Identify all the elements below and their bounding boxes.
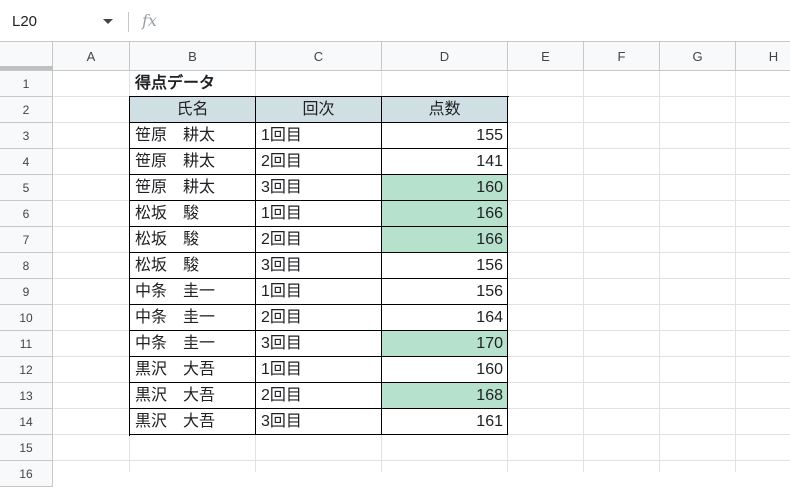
name-cell[interactable]: 笹原 耕太 [130,175,256,201]
row-header-2[interactable]: 2 [0,97,53,123]
row-header-1[interactable]: 1 [0,71,53,97]
name-cell[interactable]: 松坂 駿 [130,227,256,253]
row-header-3[interactable]: 3 [0,123,53,149]
round-cell[interactable]: 1回目 [256,123,382,149]
round-cell[interactable]: 2回目 [256,383,382,409]
row-header-4[interactable]: 4 [0,149,53,175]
round-cell[interactable]: 3回目 [256,409,382,435]
formula-input[interactable] [175,0,790,41]
column-header-c[interactable]: C [256,42,382,71]
round-cell[interactable]: 3回目 [256,175,382,201]
name-cell[interactable]: 黒沢 大吾 [130,357,256,383]
formula-bar-divider [128,12,129,32]
name-cell[interactable]: 中条 圭一 [130,331,256,357]
row-header-11[interactable]: 11 [0,331,53,357]
round-cell[interactable]: 3回目 [256,253,382,279]
row-header-8[interactable]: 8 [0,253,53,279]
row-header-6[interactable]: 6 [0,201,53,227]
column-header-g[interactable]: G [660,42,736,71]
row-header-9[interactable]: 9 [0,279,53,305]
round-cell[interactable]: 1回目 [256,201,382,227]
name-cell[interactable]: 中条 圭一 [130,279,256,305]
score-cell[interactable]: 141 [382,149,508,175]
name-box[interactable]: L20 [0,0,128,41]
round-cell[interactable]: 2回目 [256,305,382,331]
name-cell[interactable]: 松坂 駿 [130,253,256,279]
row-header-14[interactable]: 14 [0,409,53,435]
score-cell[interactable]: 161 [382,409,508,435]
fx-icon: fx [142,11,157,30]
chevron-down-icon[interactable] [103,19,113,24]
column-header-b[interactable]: B [130,42,256,71]
score-cell-highlighted[interactable]: 170 [382,331,508,357]
header-score-cell[interactable]: 点数 [382,97,508,123]
score-cell-highlighted[interactable]: 166 [382,201,508,227]
score-cell[interactable]: 156 [382,279,508,305]
row-header-10[interactable]: 10 [0,305,53,331]
round-cell[interactable]: 1回目 [256,279,382,305]
row-header-5[interactable]: 5 [0,175,53,201]
round-cell[interactable]: 2回目 [256,149,382,175]
name-cell[interactable]: 中条 圭一 [130,305,256,331]
column-header-f[interactable]: F [584,42,660,71]
column-header-a[interactable]: A [53,42,130,71]
name-cell[interactable]: 笹原 耕太 [130,149,256,175]
name-cell[interactable]: 松坂 駿 [130,201,256,227]
round-cell[interactable]: 1回目 [256,357,382,383]
score-cell[interactable]: 156 [382,253,508,279]
row-header-12[interactable]: 12 [0,357,53,383]
name-cell[interactable]: 黒沢 大吾 [130,383,256,409]
name-cell[interactable]: 笹原 耕太 [130,123,256,149]
column-header-h[interactable]: H [736,42,790,71]
score-cell-highlighted[interactable]: 166 [382,227,508,253]
score-cell-highlighted[interactable]: 168 [382,383,508,409]
round-cell[interactable]: 2回目 [256,227,382,253]
sheet-title-cell[interactable]: 得点データ [130,71,330,97]
score-cell[interactable]: 164 [382,305,508,331]
name-box-value[interactable]: L20 [12,13,37,30]
formula-bar: L20 fx [0,0,790,42]
row-header-7[interactable]: 7 [0,227,53,253]
row-header-15[interactable]: 15 [0,435,53,461]
select-all-corner[interactable] [0,42,53,71]
row-header-16[interactable]: 16 [0,461,53,487]
score-cell[interactable]: 160 [382,357,508,383]
score-cell-highlighted[interactable]: 160 [382,175,508,201]
header-round-cell[interactable]: 回次 [256,97,382,123]
column-header-e[interactable]: E [508,42,584,71]
name-cell[interactable]: 黒沢 大吾 [130,409,256,435]
round-cell[interactable]: 3回目 [256,331,382,357]
row-header-13[interactable]: 13 [0,383,53,409]
score-cell[interactable]: 155 [382,123,508,149]
header-name-cell[interactable]: 氏名 [130,97,256,123]
column-header-d[interactable]: D [382,42,508,71]
